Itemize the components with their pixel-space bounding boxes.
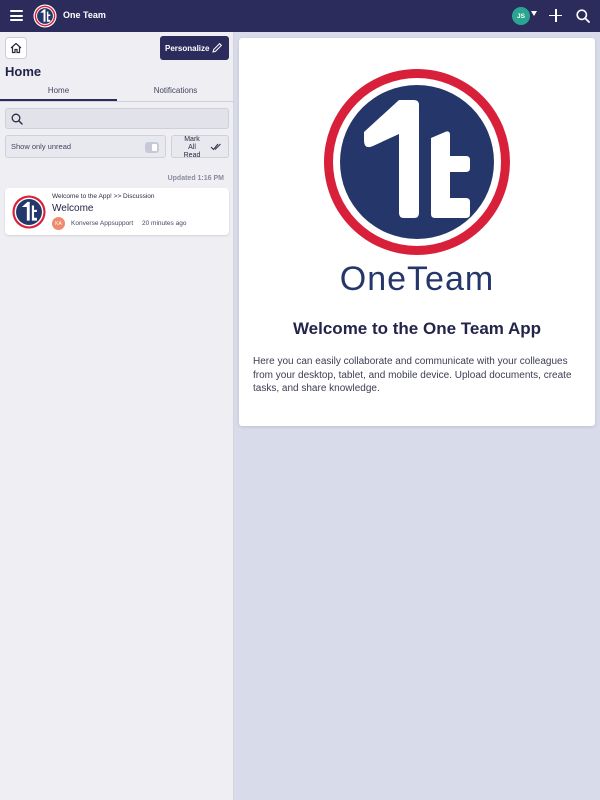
welcome-title: Welcome to the One Team App (292, 319, 542, 338)
show-only-unread-toggle[interactable]: Show only unread (5, 135, 166, 158)
page-title: Home (5, 64, 42, 79)
feed-item[interactable]: Welcome to the App! >> Discussion Welcom… (5, 188, 229, 235)
feed-item-time: 20 minutes ago (142, 220, 187, 227)
tab-notifications[interactable]: Notifications (117, 82, 234, 101)
one-team-logo (324, 69, 510, 255)
mark-all-read-label: Mark All Read (183, 136, 201, 159)
welcome-description: Here you can easily collaborate and comm… (253, 356, 572, 394)
updated-timestamp: Updated 1:16 PM (167, 175, 224, 182)
plus-icon[interactable] (549, 9, 562, 22)
home-icon (10, 42, 22, 54)
welcome-card: OneTeam Welcome to the One Team App Here… (239, 38, 595, 426)
search-icon[interactable] (576, 9, 590, 23)
top-bar: One Team JS (0, 0, 600, 32)
app-logo[interactable] (33, 4, 57, 28)
check-double-icon (210, 143, 221, 151)
pencil-icon (212, 42, 223, 53)
unread-label: Show only unread (11, 142, 72, 151)
search-input[interactable] (26, 111, 224, 126)
mark-all-read-button[interactable]: Mark All Read (171, 135, 229, 159)
user-avatar[interactable]: JS (512, 7, 530, 25)
menu-icon[interactable] (10, 10, 23, 21)
app-title: One Team (63, 10, 106, 20)
feed-item-title[interactable]: Welcome (52, 203, 94, 214)
tab-home[interactable]: Home (0, 82, 117, 101)
feed-item-author: Konverse Appsupport (71, 220, 134, 227)
tab-bar: Home Notifications (0, 82, 234, 102)
author-avatar: KA (52, 217, 65, 230)
sidebar: Personalize Home Home Notifications Show… (0, 32, 234, 800)
search-field[interactable] (5, 108, 229, 129)
personalize-label: Personalize (165, 43, 210, 53)
feed-item-path[interactable]: Welcome to the App! >> Discussion (52, 193, 155, 200)
logo-wordmark: OneTeam (339, 260, 495, 298)
toggle-switch[interactable] (145, 142, 159, 153)
personalize-button[interactable]: Personalize (160, 36, 229, 60)
home-button[interactable] (5, 37, 27, 59)
chevron-down-icon[interactable] (531, 11, 537, 16)
search-icon (11, 113, 23, 125)
app-logo (11, 194, 47, 230)
